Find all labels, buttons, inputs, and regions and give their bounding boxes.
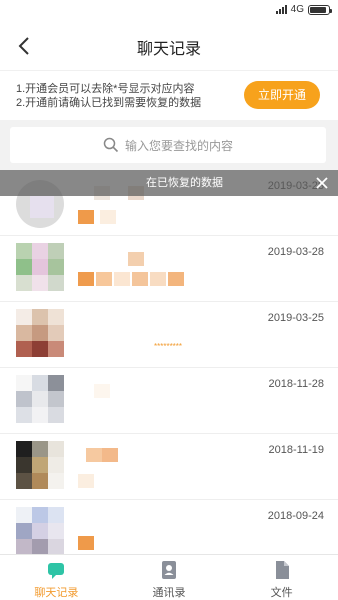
search-icon xyxy=(103,137,119,153)
page-title: 聊天记录 xyxy=(136,41,201,58)
contact-name-blurred xyxy=(78,444,148,462)
avatar xyxy=(16,507,64,554)
open-vip-button[interactable]: 立即开通 xyxy=(244,81,320,109)
chat-row[interactable]: ********* 2019-03-25 xyxy=(0,302,338,368)
signal-icon xyxy=(275,5,287,14)
search-placeholder: 输入您要查找的内容 xyxy=(124,138,233,153)
chat-row[interactable]: 2018-11-19 xyxy=(0,434,338,500)
masked-message: ********* xyxy=(154,342,183,351)
header: 聊天记录 xyxy=(0,22,338,70)
recovery-toast: 在已恢复的数据 xyxy=(0,170,338,196)
chat-row[interactable]: 2019-03-28 xyxy=(0,236,338,302)
status-bar: 4G xyxy=(0,0,338,22)
avatar xyxy=(16,441,64,489)
chat-row[interactable]: 2018-09-24 xyxy=(0,500,338,554)
tab-label: 通讯录 xyxy=(152,587,186,599)
chat-date: 2018-11-28 xyxy=(268,378,324,390)
contact-name-blurred xyxy=(78,246,148,266)
bottom-tab-bar: 聊天记录 通讯录 文件 xyxy=(0,554,338,600)
tab-contacts[interactable]: 通讯录 xyxy=(113,555,226,600)
avatar xyxy=(16,243,64,291)
chat-date: 2018-09-24 xyxy=(267,510,324,522)
network-label: 4G xyxy=(290,4,304,15)
chat-icon xyxy=(45,559,67,581)
chat-date: 2018-11-19 xyxy=(268,444,324,456)
chat-date: 2019-03-25 xyxy=(267,312,324,324)
search-input[interactable]: 输入您要查找的内容 xyxy=(10,127,326,163)
contact-name-blurred xyxy=(78,378,148,398)
search-area: 输入您要查找的内容 xyxy=(0,120,338,170)
notice-text: 1.开通会员可以去除*号显示对应内容 2.开通前请确认已找到需要恢复的数据 xyxy=(16,82,201,110)
file-icon xyxy=(271,559,293,581)
vip-notice: 1.开通会员可以去除*号显示对应内容 2.开通前请确认已找到需要恢复的数据 立即… xyxy=(0,70,338,120)
tab-label: 聊天记录 xyxy=(34,587,79,599)
notice-line-2: 2.开通前请确认已找到需要恢复的数据 xyxy=(16,97,202,109)
toast-close-button[interactable] xyxy=(312,173,332,193)
status-indicators: 4G xyxy=(275,4,332,15)
close-icon xyxy=(316,177,328,189)
battery-icon xyxy=(308,4,332,15)
toast-text: 在已恢复的数据 xyxy=(146,177,223,189)
tab-label: 文件 xyxy=(270,587,293,599)
contacts-icon xyxy=(158,559,180,581)
tab-files[interactable]: 文件 xyxy=(225,555,338,600)
avatar xyxy=(16,375,64,423)
avatar xyxy=(16,309,64,357)
tab-chat-history[interactable]: 聊天记录 xyxy=(0,555,113,600)
notice-line-1: 1.开通会员可以去除*号显示对应内容 xyxy=(16,83,195,95)
chat-list: 2019-03-28 2019-03-28 xyxy=(0,170,338,554)
chat-date: 2019-03-28 xyxy=(267,246,324,258)
chat-row[interactable]: 2018-11-28 xyxy=(0,368,338,434)
